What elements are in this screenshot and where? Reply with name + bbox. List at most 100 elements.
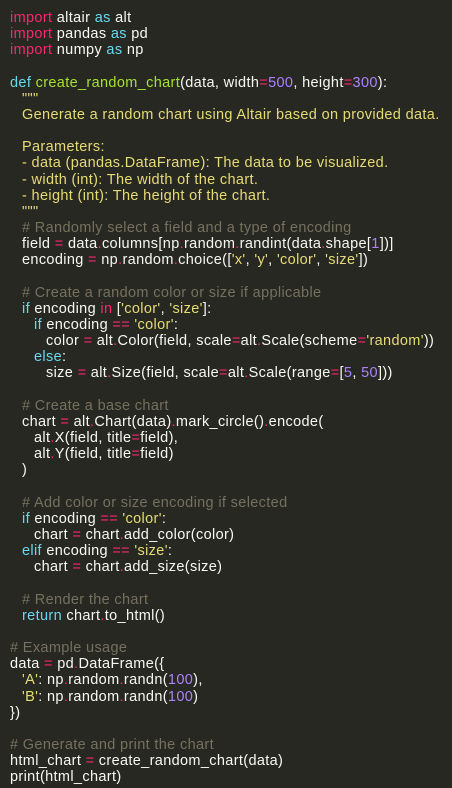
string-literal: - width (int): The width of the chart. <box>22 171 259 188</box>
code-text: alt <box>227 365 245 382</box>
comment: # Add color or size encoding if selected <box>22 494 288 511</box>
code-text: chart <box>81 527 120 543</box>
code-line[interactable] <box>10 479 452 495</box>
string-literal: 'size' <box>134 543 168 560</box>
code-line[interactable]: return chart.to_html() <box>10 608 452 624</box>
code-line[interactable]: """ <box>10 204 452 220</box>
code-text: mark_circle() <box>175 413 265 430</box>
builtin-keyword: as <box>110 26 127 43</box>
code-text: field), <box>140 430 179 447</box>
code-content[interactable]: import altair as alt import pandas as pd i… <box>10 10 452 786</box>
code-line[interactable]: import numpy as np <box>10 42 452 58</box>
code-line[interactable]: # Render the chart <box>10 592 452 608</box>
code-line[interactable]: size = alt.Size(field, scale=alt.Scale(r… <box>10 365 452 381</box>
code-line[interactable]: data = pd.DataFrame({ <box>10 656 452 672</box>
number-literal: 500 <box>268 74 294 91</box>
code-editor[interactable]: import altair as alt import pandas as pd i… <box>0 0 452 788</box>
code-line[interactable] <box>10 382 452 398</box>
keyword: in <box>100 300 113 317</box>
builtin-keyword: if <box>34 316 42 333</box>
code-text: altair <box>52 10 95 26</box>
code-line[interactable]: chart = alt.Chart(data).mark_circle().en… <box>10 414 452 430</box>
code-line[interactable]: if encoding == 'color': <box>10 317 452 333</box>
code-text: alt <box>86 365 108 382</box>
code-line[interactable]: else: <box>10 349 452 365</box>
code-text: ])] <box>379 236 394 253</box>
string-literal: - height (int): The height of the chart. <box>22 187 271 204</box>
string-literal: 'random' <box>366 333 424 350</box>
operator: = <box>357 333 367 350</box>
code-text: random <box>122 252 174 269</box>
number-literal: 1 <box>371 236 380 253</box>
code-text: , <box>352 365 362 382</box>
operator: == <box>112 543 130 560</box>
builtin-keyword: if <box>22 510 30 527</box>
builtin-keyword: as <box>106 42 123 59</box>
code-line[interactable] <box>10 575 452 591</box>
code-line[interactable]: if encoding == 'color': <box>10 511 452 527</box>
code-line[interactable]: # Randomly select a field and a type of … <box>10 220 452 236</box>
code-line[interactable]: alt.Y(field, title=field) <box>10 446 452 462</box>
code-line[interactable]: import altair as alt <box>10 10 452 26</box>
code-line[interactable]: chart = chart.add_size(size) <box>10 559 452 575</box>
code-line[interactable] <box>10 123 452 139</box>
code-line[interactable] <box>10 58 452 74</box>
code-text: alt <box>34 446 51 463</box>
code-line[interactable]: # Example usage <box>10 640 452 656</box>
code-line[interactable]: 'A': np.random.randn(100), <box>10 672 452 688</box>
code-line[interactable]: - height (int): The height of the chart. <box>10 188 452 204</box>
code-text: : np <box>38 688 64 705</box>
string-literal: 'size' <box>169 300 203 317</box>
operator: == <box>112 316 131 333</box>
code-text: , <box>316 252 326 269</box>
code-line[interactable] <box>10 721 452 737</box>
code-line[interactable]: # Add color or size encoding if selected <box>10 495 452 511</box>
code-line[interactable]: import pandas as pd <box>10 26 452 42</box>
code-line[interactable]: }) <box>10 705 452 721</box>
code-text: random <box>68 688 120 705</box>
code-text: ]: <box>202 300 212 317</box>
code-line[interactable]: print(html_chart) <box>10 769 452 785</box>
code-line[interactable]: # Create a base chart <box>10 398 452 414</box>
code-text: add_size(size) <box>123 559 223 576</box>
code-line[interactable]: elif encoding == 'size': <box>10 543 452 559</box>
builtin-keyword: def <box>10 74 32 91</box>
code-text: : <box>62 349 67 366</box>
code-line[interactable]: if encoding in ['color', 'size']: <box>10 301 452 317</box>
code-line[interactable]: def create_random_chart(data, width=500,… <box>10 75 452 91</box>
code-line[interactable]: # Generate and print the chart <box>10 737 452 753</box>
code-text: np <box>122 42 144 59</box>
code-line[interactable]: - width (int): The width of the chart. <box>10 172 452 188</box>
builtin-keyword: else <box>34 349 62 366</box>
code-line[interactable] <box>10 624 452 640</box>
code-line[interactable]: field = data.columns[np.random.randint(d… <box>10 236 452 252</box>
code-line[interactable]: color = alt.Color(field, scale=alt.Scale… <box>10 333 452 349</box>
builtin-keyword: as <box>94 10 111 26</box>
code-line[interactable]: # Create a random color or size if appli… <box>10 285 452 301</box>
code-text: Size(field, scale <box>111 365 220 382</box>
code-line[interactable]: Parameters: <box>10 139 452 155</box>
code-line[interactable] <box>10 269 452 285</box>
code-text: field) <box>140 446 174 463</box>
code-text: ) <box>22 462 28 479</box>
code-line[interactable]: html_chart = create_random_chart(data) <box>10 753 452 769</box>
code-line[interactable]: chart = chart.add_color(color) <box>10 527 452 543</box>
code-line[interactable]: alt.X(field, title=field), <box>10 430 452 446</box>
code-line[interactable]: encoding = np.random.choice(['x', 'y', '… <box>10 252 452 268</box>
code-text: ) <box>193 688 199 705</box>
string-literal: 'B' <box>22 688 39 705</box>
builtin-keyword: return <box>22 607 62 624</box>
code-line[interactable]: 'B': np.random.randn(100) <box>10 689 452 705</box>
code-text: chart <box>34 527 73 543</box>
code-line[interactable]: Generate a random chart using Altair bas… <box>10 107 452 123</box>
code-text: Scale(scheme <box>261 333 358 350</box>
string-literal: 'color' <box>134 316 174 333</box>
code-line[interactable]: """ <box>10 91 452 107</box>
operator: = <box>88 252 97 269</box>
number-literal: 50 <box>361 365 378 382</box>
code-line[interactable]: ) <box>10 462 452 478</box>
code-text: chart <box>22 413 61 430</box>
comment: # Create a base chart <box>22 397 169 414</box>
code-line[interactable]: - data (pandas.DataFrame): The data to b… <box>10 155 452 171</box>
code-text: encoding <box>22 252 89 269</box>
